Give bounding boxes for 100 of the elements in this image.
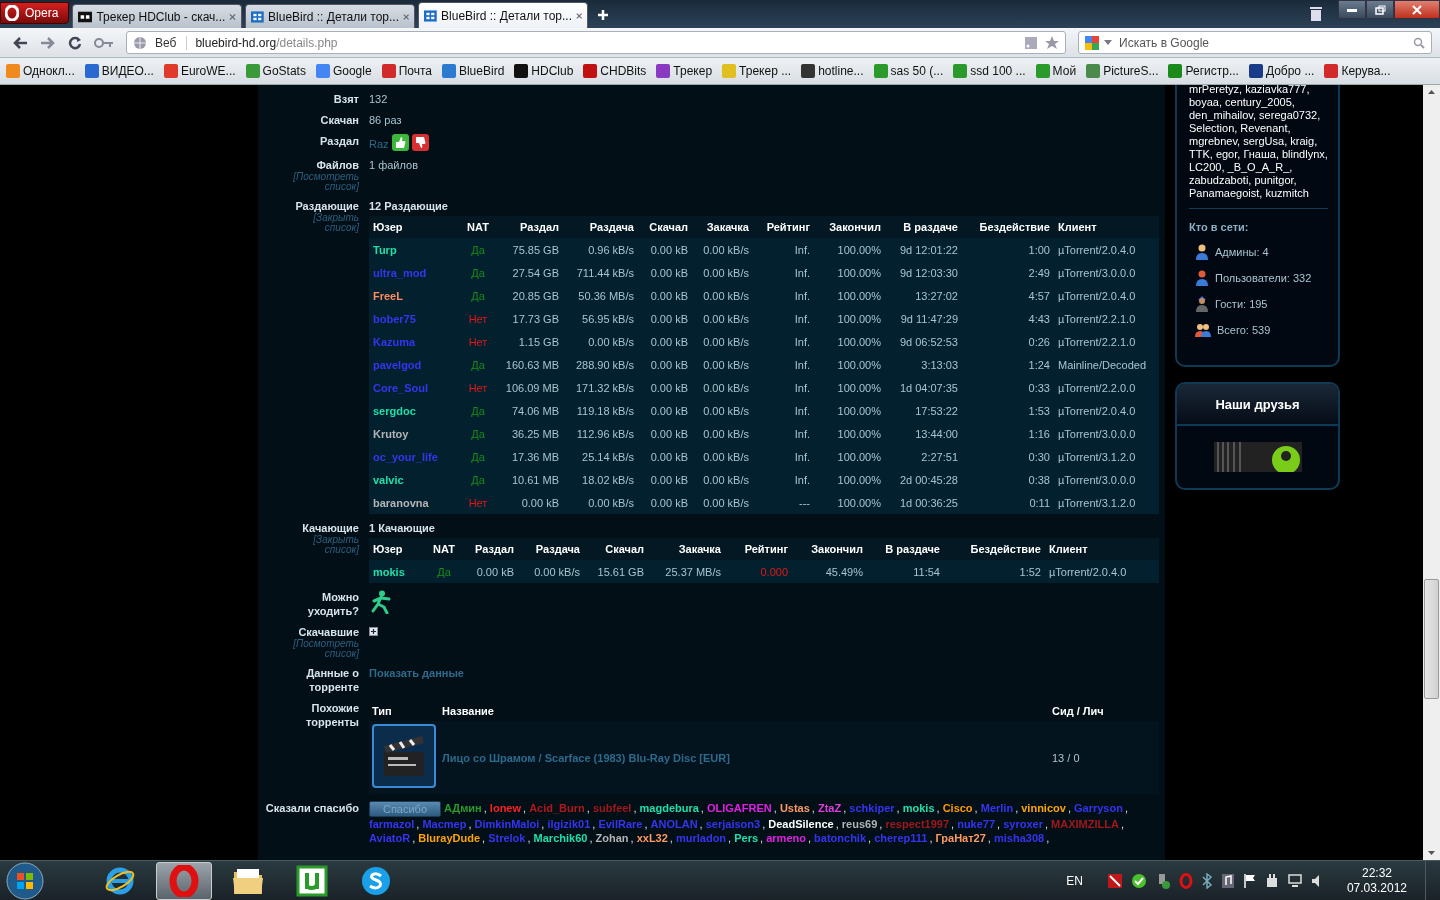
user-link[interactable]: Krutoy: [373, 427, 409, 440]
close-icon[interactable]: [403, 12, 410, 21]
separator: ,: [633, 801, 637, 815]
user-link[interactable]: Marchik60: [533, 831, 588, 846]
browser-tab[interactable]: BlueBird :: Детали тор...: [418, 2, 589, 28]
user-link[interactable]: armeno: [766, 831, 806, 846]
user-link[interactable]: Pers: [734, 831, 759, 846]
search-input[interactable]: Искать в Google: [1117, 34, 1408, 51]
plug-icon[interactable]: [1264, 872, 1279, 889]
bookmark-link[interactable]: sas 50 (...: [873, 64, 944, 78]
table-cell: 0.00 kB: [521, 496, 559, 509]
user-link[interactable]: mokis: [373, 565, 405, 578]
star-icon[interactable]: [1045, 35, 1059, 50]
user-link[interactable]: ГраНат27: [935, 831, 986, 846]
user-link[interactable]: mokis: [902, 801, 935, 815]
bookmark-link[interactable]: Керува...: [1324, 64, 1391, 78]
user-link[interactable]: Ustas: [779, 801, 810, 815]
forward-icon[interactable]: [40, 35, 56, 50]
search-field[interactable]: Искать в Google: [1078, 31, 1432, 54]
search-icon[interactable]: [1413, 36, 1425, 49]
table-cell: 100.00%: [837, 335, 881, 348]
user-link[interactable]: BlurayDude: [418, 831, 481, 846]
user-link[interactable]: baranovna: [373, 496, 429, 509]
bookmark-link[interactable]: HDClub: [514, 64, 574, 78]
close-button[interactable]: [1394, 0, 1440, 19]
user-link[interactable]: Turp: [373, 243, 397, 256]
user-link[interactable]: OLIGAFREN: [706, 801, 772, 815]
bookmark-link[interactable]: Мой: [1035, 64, 1077, 78]
clock[interactable]: 22:32 07.03.2012: [1346, 865, 1407, 896]
new-tab-icon[interactable]: [597, 9, 610, 21]
user-link[interactable]: sergdoc: [373, 404, 416, 417]
user-link[interactable]: valvic: [373, 473, 404, 486]
close-icon[interactable]: [229, 12, 237, 21]
bookmark-link[interactable]: EuroWE...: [163, 64, 236, 78]
table-cell: 0.00 kB/s: [703, 312, 749, 325]
nat-status: Нет: [468, 381, 488, 394]
browser-tab[interactable]: Трекер HDClub - скач...: [72, 4, 243, 28]
minimize-icon: [1347, 7, 1357, 12]
bookmark-link[interactable]: Google: [315, 64, 372, 78]
table-cell: 36.25 MB: [511, 427, 559, 440]
bookmark-link[interactable]: hotline...: [801, 64, 864, 78]
bookmark-link[interactable]: ssd 100 ...: [953, 64, 1026, 78]
grid-logo-icon: [424, 8, 438, 23]
table-cell: 0.00 kB: [650, 243, 688, 256]
user-link[interactable]: Zohan: [595, 831, 629, 846]
separator: ,: [630, 831, 634, 846]
user-link[interactable]: xxL32: [636, 831, 668, 846]
expand-plus-icon[interactable]: [369, 627, 378, 636]
maximize-button[interactable]: [1366, 0, 1394, 19]
table-cell: 45.49%: [825, 565, 863, 578]
bookmark-link[interactable]: GoStats: [245, 64, 306, 78]
bookmark-link[interactable]: PictureS...: [1086, 64, 1159, 78]
user-link[interactable]: ZtaZ: [817, 801, 842, 815]
check-icon[interactable]: [1130, 872, 1147, 889]
back-icon[interactable]: [12, 35, 28, 50]
taskbar-app[interactable]: [156, 861, 212, 900]
key-icon[interactable]: [94, 36, 114, 49]
minimize-button[interactable]: [1338, 0, 1366, 19]
bookmark-link[interactable]: CHDBits: [583, 64, 647, 78]
trash-icon[interactable]: [1309, 6, 1323, 22]
user-link[interactable]: magdebura: [639, 801, 699, 815]
user-link[interactable]: vinnicov: [1021, 801, 1066, 815]
opera-menu-button[interactable]: Opera: [0, 2, 70, 24]
start-button-icon[interactable]: [6, 861, 44, 900]
flag-icon[interactable]: [1242, 872, 1257, 889]
thumbs-down-icon[interactable]: [411, 134, 429, 151]
reload-icon[interactable]: [68, 35, 82, 50]
thumbs-up-icon[interactable]: [391, 134, 409, 151]
user-link[interactable]: reus69: [841, 817, 878, 832]
close-icon[interactable]: [576, 11, 583, 20]
separator: ,: [987, 831, 991, 846]
scroll-thumb[interactable]: [1424, 579, 1439, 699]
field-label: Раздающие: [295, 199, 359, 213]
separator: ,: [412, 831, 416, 846]
user-link[interactable]: АДмин: [444, 801, 482, 815]
bookmark-link[interactable]: Однокл...: [6, 64, 75, 78]
user-link[interactable]: FreeL: [373, 289, 403, 302]
table-cell: 288.90 kB/s: [575, 358, 634, 371]
bluetooth-icon[interactable]: [1200, 872, 1213, 889]
language-indicator[interactable]: EN: [1066, 873, 1083, 888]
bookmark-link[interactable]: Трекер: [656, 64, 713, 78]
caret-icon[interactable]: [1104, 40, 1112, 45]
bookmark-link[interactable]: BlueBird: [441, 64, 505, 78]
bookmark-link[interactable]: Регистр...: [1168, 64, 1239, 78]
browser-tab[interactable]: BlueBird :: Детали тор...: [245, 4, 416, 28]
bookmark-link[interactable]: Добро ...: [1248, 64, 1315, 78]
bookmark-link[interactable]: Трекер ...: [722, 64, 792, 78]
user-link[interactable]: lonew: [489, 801, 522, 815]
banner-placeholder[interactable]: [1213, 442, 1302, 472]
bookmark-link[interactable]: ВИДЕО...: [84, 64, 154, 78]
separator: ,: [669, 831, 673, 846]
separator: ,: [835, 817, 839, 832]
user-link[interactable]: DeadSilence: [768, 817, 834, 832]
network-icon[interactable]: [1286, 872, 1303, 889]
bookmark-link[interactable]: Почта: [381, 64, 432, 78]
user-link[interactable]: Cisco: [942, 801, 973, 815]
table-cell: 0.00 kB: [650, 427, 688, 440]
address-field[interactable]: Веб bluebird-hd.org/details.php: [126, 31, 1066, 54]
scrollbar[interactable]: [1423, 85, 1440, 860]
table-cell: 0.00 kB/s: [703, 266, 749, 279]
